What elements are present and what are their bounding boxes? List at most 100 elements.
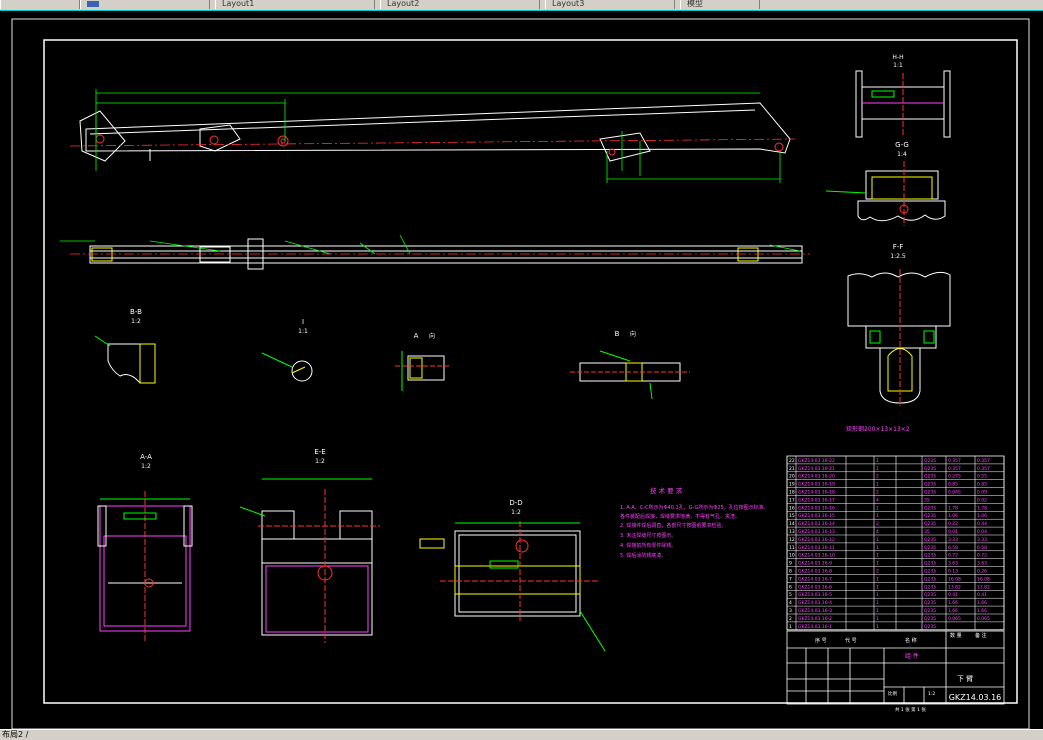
bom-cell: Q235 — [924, 584, 936, 590]
bom-cell: 6 — [789, 584, 792, 590]
bom-cell: 21 — [789, 466, 795, 472]
bom-cell: 1 — [876, 505, 879, 511]
bom-cell: 0.13 — [948, 569, 958, 575]
bom-cell: GKZ14.03.16-10 — [798, 553, 835, 559]
view-i-title: I — [302, 318, 304, 326]
bom-cell: 0.357 — [977, 466, 990, 472]
bom-cell: 19 — [789, 482, 795, 488]
bom-cell: 6.58 — [977, 545, 987, 551]
bom-cell: 1 — [876, 553, 879, 559]
tech-req-line-6: 5. 焊后涂防锈底漆。 — [620, 552, 666, 559]
bom-cell: Q235 — [924, 569, 936, 575]
bom-cell: 0.357 — [948, 458, 961, 464]
tech-req-line-4: 3. 未注焊缝尺寸按图示。 — [620, 532, 676, 539]
title-block-code-header: 代 号 — [845, 637, 857, 644]
status-text: 布局2 / — [2, 730, 29, 739]
bom-cell: GKZ14.03.16-4 — [798, 600, 832, 606]
bom-cell: Q235 — [924, 608, 936, 614]
bom-cell: 0.26 — [977, 569, 987, 575]
bom-cell: 1.66 — [977, 600, 987, 606]
view-ee-scale: 1:2 — [315, 458, 325, 465]
bom-cell: 1 — [876, 592, 879, 598]
drawing-canvas[interactable]: H-H 1:1 G-G 1:4 F-F 1:2.5 B-B 1:2 I 1:1 … — [0, 10, 1043, 730]
bom-cell: 3.33 — [948, 537, 958, 543]
tech-req-line-2: 各件装配后焊接，焊缝要求饱满，不得有气孔、夹渣。 — [620, 513, 740, 520]
bom-cell: 1.06 — [977, 513, 987, 519]
bom-cell: 8 — [789, 569, 792, 575]
view-bb-scale: 1:2 — [131, 318, 141, 325]
view-a-title: A — [414, 332, 419, 340]
bom-cell: 14 — [789, 521, 795, 527]
bom-cell: Q235 — [924, 490, 936, 496]
bom-cell: 0.045 — [948, 490, 961, 496]
bom-cell: 1.66 — [948, 600, 958, 606]
view-i: I 1:1 — [261, 318, 313, 382]
bom-cell: 0.72 — [977, 553, 987, 559]
view-dd-scale: 1:2 — [511, 509, 521, 516]
view-gg-title: G-G — [895, 141, 909, 149]
bom-cell: GKZ14.03.16-22 — [798, 458, 835, 464]
view-ff-scale: 1:2.5 — [890, 253, 906, 260]
bom-cell: 35 — [924, 497, 930, 503]
bom-cell: GKZ14.03.16-9 — [798, 561, 832, 567]
tab-layout3[interactable]: Layout3 — [545, 0, 675, 9]
bom-cell: GKZ14.03.16-6 — [798, 584, 832, 590]
tab-0[interactable] — [0, 0, 80, 9]
bom-cell: Q235 — [924, 482, 936, 488]
bom-cell: Q235 — [924, 505, 936, 511]
main-elevation-view — [79, 102, 791, 162]
bom-cell: 1 — [876, 458, 879, 464]
title-block-note-header: 备 注 — [975, 632, 987, 639]
title-block-seq-header: 序 号 — [815, 637, 827, 644]
bom-cell: 16.08 — [948, 576, 961, 582]
view-b-scale: 向 — [630, 330, 636, 338]
view-ff: F-F 1:2.5 — [847, 243, 951, 406]
view-i-scale: 1:1 — [298, 328, 308, 335]
bom-cell: 0.01 — [948, 529, 958, 535]
tab-1[interactable] — [80, 0, 210, 9]
part-name: 下 臂 — [957, 674, 973, 683]
bom-cell: 18 — [789, 490, 795, 496]
view-ee-title: E-E — [314, 448, 325, 456]
bom-cell: 1 — [876, 545, 879, 551]
view-ff-title: F-F — [893, 243, 904, 251]
bom-cell: 15 — [789, 513, 795, 519]
bom-cell: Q235 — [924, 600, 936, 606]
bom-cell: 13 — [789, 529, 795, 535]
bom-table: 22 GKZ14.03.16-22 1 Q235 0.357 0.35721 GKZ14.0… — [786, 455, 1005, 631]
bom-cell: 0.04 — [977, 529, 987, 535]
bom-cell: 20 — [789, 474, 795, 480]
sheet-info: 共 1 张 第 1 张 — [895, 706, 926, 713]
app-icon — [87, 1, 99, 7]
bom-cell: 10 — [789, 553, 795, 559]
bom-cell: 1 — [789, 624, 792, 630]
bom-cell: 35 — [924, 529, 930, 535]
bom-cell: GKZ14.03.16-21 — [798, 466, 835, 472]
main-centerline — [69, 138, 796, 147]
bom-cell: 1.78 — [977, 505, 987, 511]
bom-cell: 1 — [876, 584, 879, 590]
bom-cell: 1.78 — [948, 505, 958, 511]
bom-cell: GKZ14.03.16-3 — [798, 608, 832, 614]
view-b-title: B — [615, 330, 620, 338]
bom-cell: 1 — [876, 616, 879, 622]
view-hh-scale: 1:1 — [893, 62, 903, 69]
tech-req-line-1: 1. A-A、C-C所示为Φ40.1孔，G-G所示为Φ25，孔位按图示标准。 — [620, 504, 769, 511]
bom-cell: 3.63 — [977, 561, 987, 567]
scale-label: 比例 — [888, 690, 897, 697]
bom-cell: Q235 — [924, 592, 936, 598]
bom-cell: 9 — [789, 561, 792, 567]
bom-cell: 1 — [876, 624, 879, 630]
bom-cell: Q235 — [924, 561, 936, 567]
tab-layout1[interactable]: Layout1 — [215, 0, 375, 9]
bom-cell: 6.58 — [948, 545, 958, 551]
bom-cell: 2 — [876, 569, 879, 575]
bom-cell: 0.41 — [948, 592, 958, 598]
view-b: B 向 — [570, 330, 690, 400]
bom-cell: 0.357 — [948, 466, 961, 472]
drawing-number: GKZ14.03.16 — [949, 693, 1002, 702]
tab-layout2[interactable]: Layout2 — [380, 0, 540, 9]
bom-cell: 3.63 — [948, 561, 958, 567]
bom-cell: Q235 — [924, 616, 936, 622]
tab-model[interactable]: 模型 — [680, 0, 760, 9]
